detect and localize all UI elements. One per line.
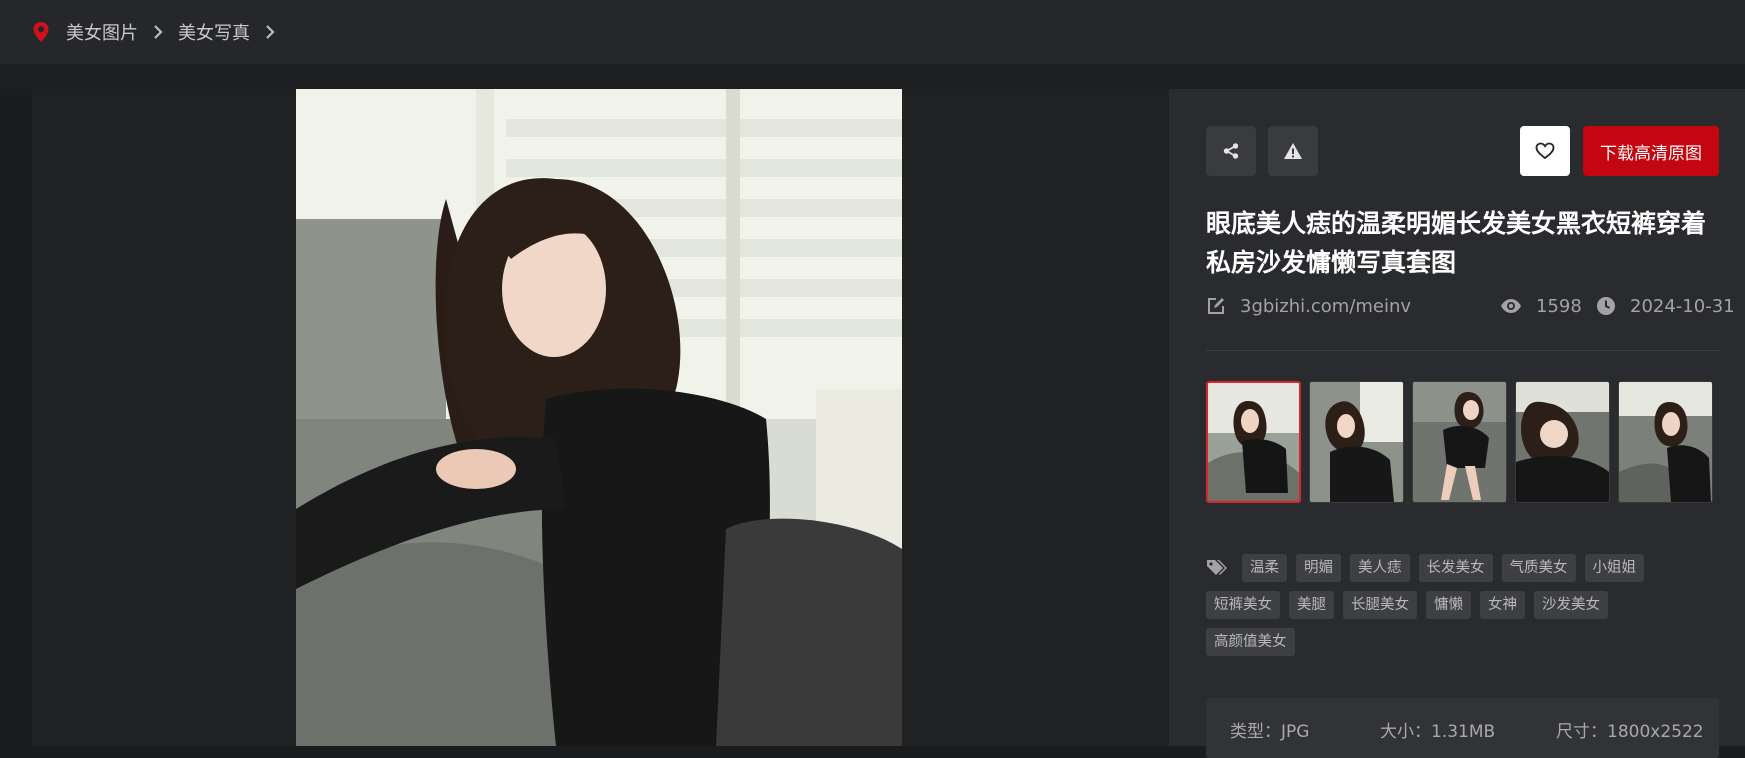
thumbnail-3[interactable] [1412, 381, 1507, 503]
tag[interactable]: 高颜值美女 [1206, 628, 1295, 656]
warning-icon [1284, 143, 1302, 159]
views-meta: 1598 [1500, 294, 1582, 318]
tag[interactable]: 长发美女 [1418, 554, 1493, 582]
map-pin-icon [33, 22, 49, 42]
view-count: 1598 [1536, 295, 1582, 317]
tag[interactable]: 美人痣 [1350, 554, 1410, 582]
tag[interactable]: 女神 [1480, 591, 1525, 619]
tags-icon [1207, 560, 1227, 575]
edit-icon [1208, 298, 1224, 314]
breadcrumb-item-beauty-pictures[interactable]: 美女图片 [66, 19, 138, 45]
source-meta: 3gbizhi.com/meinv [1206, 294, 1411, 318]
tag[interactable]: 长腿美女 [1343, 591, 1417, 619]
eye-icon [1501, 299, 1521, 313]
main-photo[interactable] [296, 89, 902, 746]
header-gap [0, 64, 1745, 89]
report-button[interactable] [1268, 126, 1318, 176]
tag[interactable]: 温柔 [1242, 554, 1287, 582]
tag[interactable]: 明媚 [1296, 554, 1341, 582]
publish-date: 2024-10-31 [1630, 295, 1735, 317]
breadcrumb-item-beauty-photos[interactable]: 美女写真 [178, 19, 250, 45]
tag[interactable]: 小姐姐 [1584, 554, 1644, 582]
chevron-right-icon [154, 25, 163, 39]
chevron-right-icon [266, 25, 275, 39]
tag-list: 温柔 明媚 美人痣 长发美女 气质美女 小姐姐 短裤美女 美腿 长腿美女 慵懒 … [1206, 554, 1706, 665]
top-bar: 美女图片 美女写真 [0, 0, 1745, 64]
thumbnail-5[interactable] [1618, 381, 1713, 503]
date-meta: 2024-10-31 [1596, 294, 1735, 318]
file-info-box: 类型：JPG 大小：1.31MB 尺寸：1800x2522 [1206, 698, 1719, 758]
tag[interactable]: 慵懒 [1426, 591, 1471, 619]
file-type: 类型：JPG [1230, 722, 1310, 742]
favorite-button[interactable] [1520, 126, 1570, 176]
file-dimensions: 尺寸：1800x2522 [1556, 722, 1704, 742]
tag[interactable]: 短裤美女 [1206, 591, 1280, 619]
thumbnail-1[interactable] [1206, 381, 1301, 503]
thumbnail-strip [1206, 381, 1713, 503]
file-size: 大小：1.31MB [1380, 722, 1496, 742]
post-title: 眼底美人痣的温柔明媚长发美女黑衣短裤穿着私房沙发慵懒写真套图 [1206, 209, 1707, 277]
clock-icon [1597, 297, 1615, 315]
thumbnail-4[interactable] [1515, 381, 1610, 503]
breadcrumb: 美女图片 美女写真 [0, 19, 290, 45]
heart-icon [1535, 142, 1555, 160]
source-link[interactable]: 3gbizhi.com/meinv [1240, 296, 1411, 317]
share-button[interactable] [1206, 126, 1256, 176]
share-icon [1223, 143, 1239, 159]
thumbnail-2[interactable] [1309, 381, 1404, 503]
tag[interactable]: 气质美女 [1501, 554, 1576, 582]
tag[interactable]: 美腿 [1289, 591, 1334, 619]
tag[interactable]: 沙发美女 [1534, 591, 1608, 619]
download-hd-button[interactable]: 下载高清原图 [1583, 126, 1719, 176]
divider [1206, 350, 1719, 351]
